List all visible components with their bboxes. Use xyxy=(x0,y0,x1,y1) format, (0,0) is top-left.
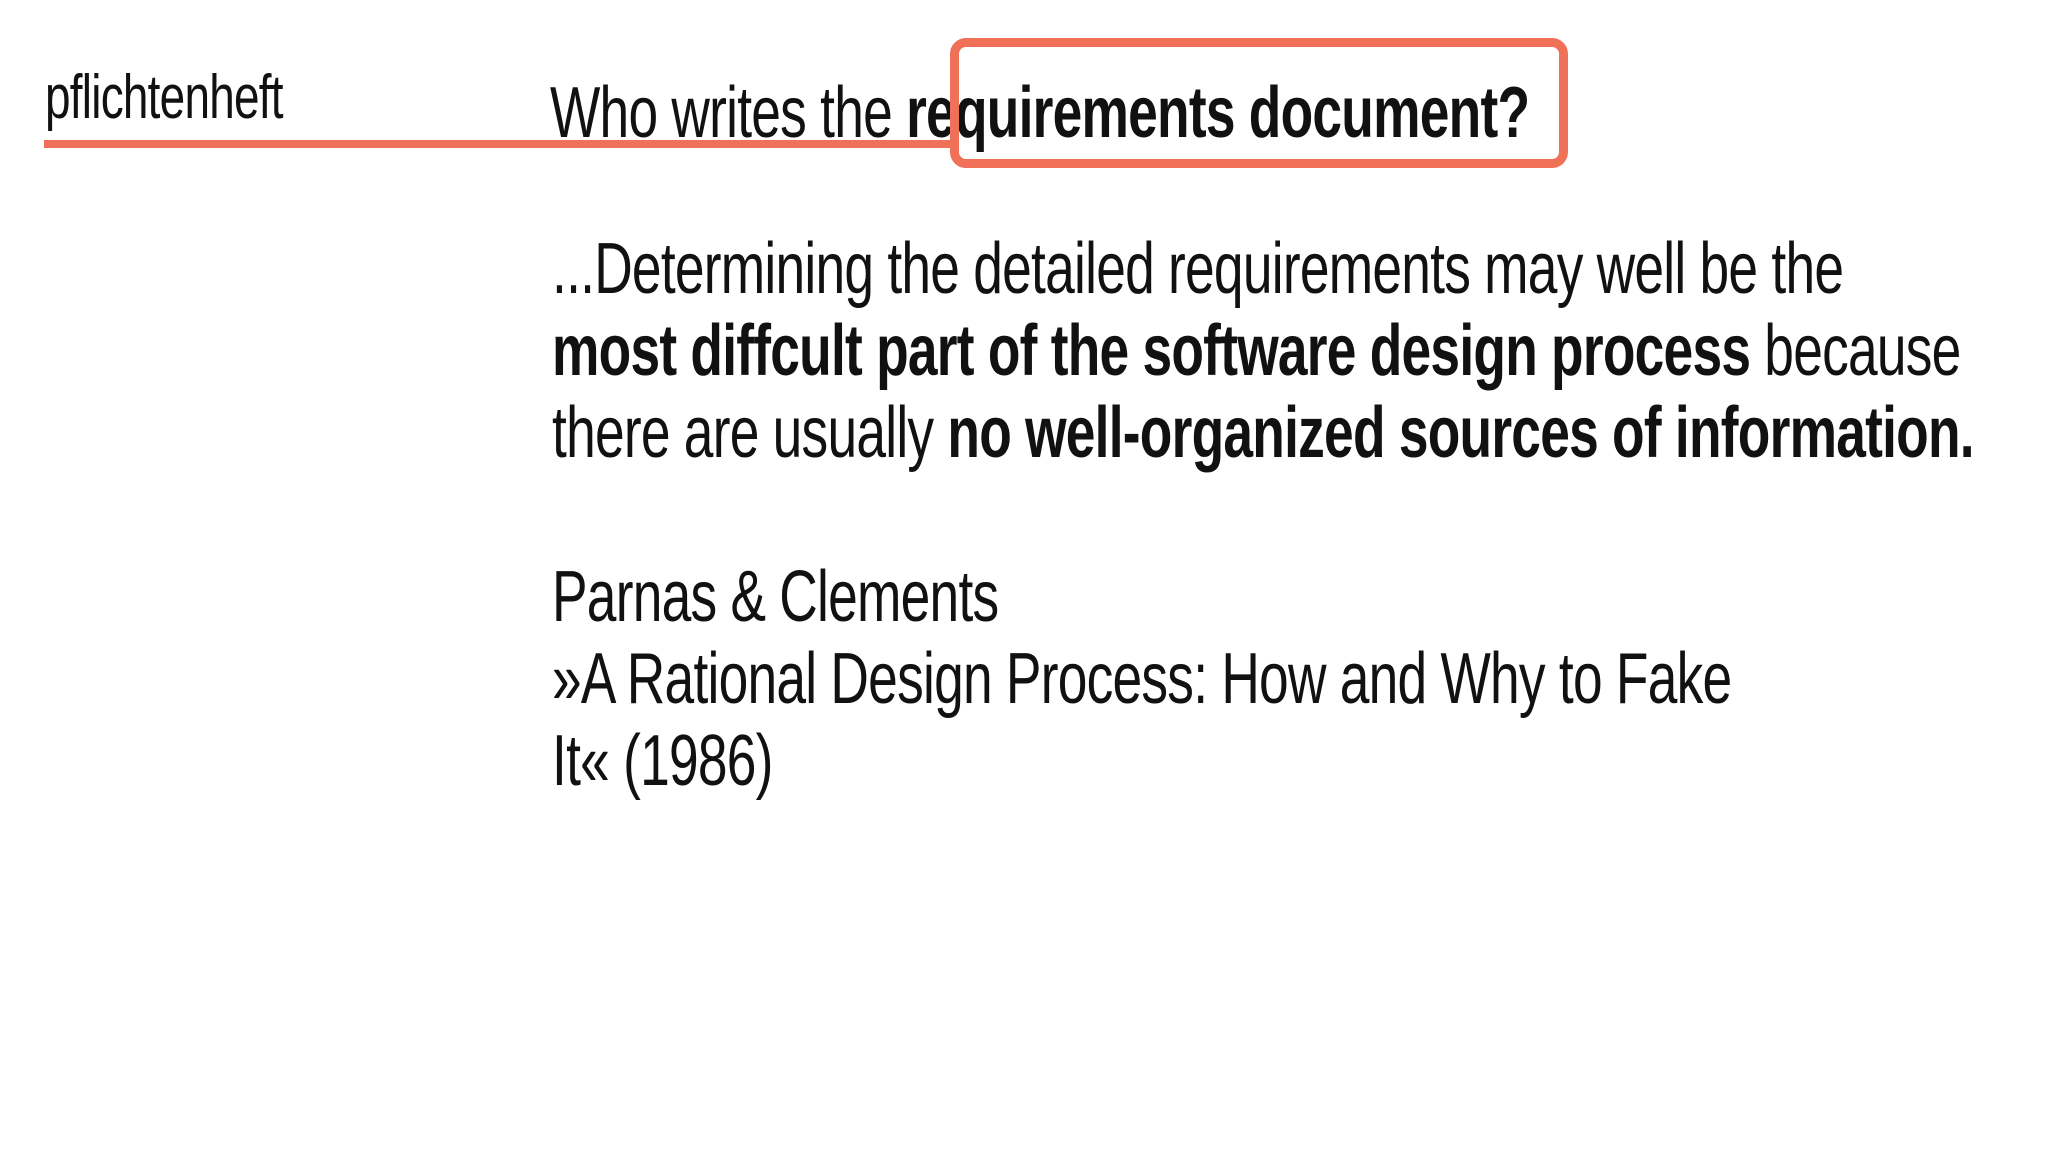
quote-line-3: there are usually no well-organized sour… xyxy=(552,392,2032,474)
citation-work-line-1: »A Rational Design Process: How and Why … xyxy=(552,639,1732,719)
quote-text-3: there are usually xyxy=(552,393,948,473)
citation-work-line-2: It« (1986) xyxy=(552,721,773,801)
slide-topic: pflichtenheft xyxy=(45,63,284,132)
quote-paragraph: ...Determining the detailed requirements… xyxy=(552,228,2032,474)
citation-authors: Parnas & Clements xyxy=(552,557,999,637)
quote-bold-1: most diffcult part of the software desig… xyxy=(552,311,1751,391)
citation: Parnas & Clements »A Rational Design Pro… xyxy=(552,556,2032,802)
quote-line-2: most diffcult part of the software desig… xyxy=(552,310,2032,392)
quote-line-1: ...Determining the detailed requirements… xyxy=(552,229,1844,309)
highlight-box xyxy=(950,38,1568,168)
quote-bold-2: no well-organized sources of information… xyxy=(947,393,1974,473)
title-text: Who writes the xyxy=(550,73,907,153)
quote-text-2: because xyxy=(1750,311,1961,391)
